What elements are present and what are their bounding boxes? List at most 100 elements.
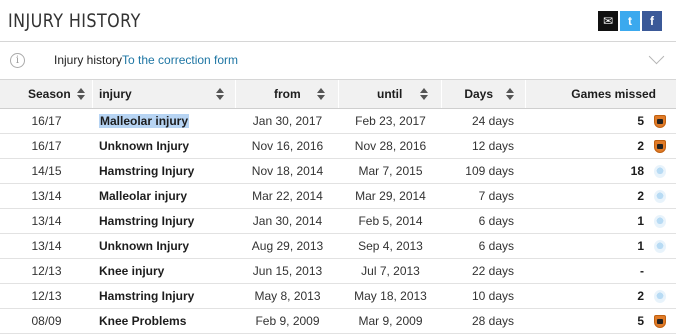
until-cell: Mar 7, 2015 — [358, 164, 423, 178]
games-missed-value: 5 — [637, 114, 644, 128]
envelope-icon[interactable]: ✉ — [598, 11, 618, 31]
table-header: Season injury from until Days Games miss… — [0, 80, 676, 109]
injury-name: Knee injury — [99, 264, 165, 278]
injury-cell: Knee injury — [93, 259, 236, 283]
club-crest-icon[interactable] — [654, 290, 666, 303]
until-cell: Mar 29, 2014 — [355, 189, 426, 203]
season-cell: 13/14 — [31, 239, 62, 253]
column-header-label: Season — [28, 87, 71, 101]
sort-icon[interactable] — [506, 88, 515, 100]
games-missed-cell: 1 — [526, 209, 676, 233]
table-row: 13/14 Unknown Injury Aug 29, 2013 Sep 4, 20… — [0, 234, 676, 259]
season-cell: 13/14 — [31, 189, 62, 203]
until-cell: Sep 4, 2013 — [358, 239, 423, 253]
days-cell: 6 days — [478, 239, 514, 253]
table-row: 12/13 Hamstring Injury May 8, 2013 May 18, … — [0, 284, 676, 309]
games-missed-cell: 18 — [526, 159, 676, 183]
days-cell: 7 days — [478, 189, 514, 203]
injury-name: Hamstring Injury — [99, 214, 195, 228]
table-row: 16/17 Unknown Injury Nov 16, 2016 Nov 28, 2… — [0, 134, 676, 159]
chevron-down-icon[interactable] — [649, 51, 665, 67]
club-crest-icon[interactable] — [654, 190, 666, 203]
days-cell: 22 days — [471, 264, 514, 278]
from-cell: Jan 30, 2014 — [252, 214, 323, 228]
page-title: INJURY HISTORY — [8, 10, 141, 32]
from-cell: Jan 30, 2017 — [252, 114, 323, 128]
info-label: Injury history — [54, 53, 123, 67]
club-crest-icon[interactable] — [654, 140, 666, 153]
games-missed-value: 2 — [637, 139, 644, 153]
club-crest-icon[interactable] — [654, 215, 666, 228]
club-crest-icon[interactable] — [654, 240, 666, 253]
facebook-icon[interactable]: f — [642, 11, 662, 31]
games-missed-value: 1 — [637, 214, 644, 228]
until-cell: Jul 7, 2013 — [361, 264, 420, 278]
season-cell: 12/13 — [31, 289, 62, 303]
days-cell: 10 days — [471, 289, 514, 303]
injury-name: Unknown Injury — [99, 239, 189, 253]
column-header-season[interactable]: Season — [0, 80, 93, 108]
sort-icon[interactable] — [216, 88, 225, 100]
from-cell: Jun 15, 2013 — [252, 264, 323, 278]
injury-cell: Hamstring Injury — [93, 284, 236, 308]
games-missed-value: 1 — [637, 239, 644, 253]
injury-cell: Malleolar injury — [93, 184, 236, 208]
games-missed-cell: 1 — [526, 234, 676, 258]
column-header-until[interactable]: until — [339, 80, 442, 108]
column-header-injury[interactable]: injury — [93, 80, 236, 108]
days-cell: 24 days — [471, 114, 514, 128]
table-row: 14/15 Hamstring Injury Nov 18, 2014 Mar 7, … — [0, 159, 676, 184]
from-cell: Mar 22, 2014 — [252, 189, 323, 203]
games-missed-value: - — [640, 264, 644, 278]
info-icon: i — [10, 53, 25, 68]
games-missed-cell: - — [526, 259, 676, 283]
from-cell: May 8, 2013 — [254, 289, 321, 303]
column-header-label: Days — [464, 87, 493, 101]
games-missed-value: 2 — [637, 189, 644, 203]
games-missed-value: 5 — [637, 314, 644, 328]
until-cell: Feb 5, 2014 — [358, 214, 423, 228]
table-row: 08/09 Knee Problems Feb 9, 2009 Mar 9, 2009… — [0, 309, 676, 334]
injury-cell: Unknown Injury — [93, 134, 236, 158]
season-cell: 16/17 — [31, 114, 62, 128]
sort-icon[interactable] — [317, 88, 326, 100]
sort-icon[interactable] — [77, 88, 86, 100]
selected-text: Malleolar injury — [99, 114, 190, 128]
days-cell: 109 days — [465, 164, 514, 178]
table-row: 16/17 Malleolar injury Jan 30, 2017 Feb 23,… — [0, 109, 676, 134]
table-row: 12/13 Knee injury Jun 15, 2013 Jul 7, 2013 2… — [0, 259, 676, 284]
injury-cell: Knee Problems — [93, 309, 236, 333]
injury-cell: Unknown Injury — [93, 234, 236, 258]
until-cell: Mar 9, 2009 — [358, 314, 423, 328]
column-header-from[interactable]: from — [236, 80, 339, 108]
column-header-label: until — [377, 87, 403, 101]
correction-form-link[interactable]: To the correction form — [122, 53, 238, 67]
injury-cell: Hamstring Injury — [93, 209, 236, 233]
column-header-label: Games missed — [571, 87, 656, 101]
until-cell: May 18, 2013 — [354, 289, 427, 303]
season-cell: 08/09 — [31, 314, 62, 328]
club-crest-icon[interactable] — [654, 115, 666, 128]
twitter-icon[interactable]: t — [620, 11, 640, 31]
page-header: INJURY HISTORY ✉ t f — [0, 0, 676, 42]
club-crest-icon[interactable] — [654, 315, 666, 328]
sort-icon[interactable] — [420, 88, 429, 100]
from-cell: Feb 9, 2009 — [255, 314, 320, 328]
injury-cell: Malleolar injury — [93, 109, 236, 133]
days-cell: 12 days — [471, 139, 514, 153]
club-crest-icon[interactable] — [654, 165, 666, 178]
from-cell: Nov 18, 2014 — [251, 164, 324, 178]
games-missed-cell: 5 — [526, 309, 676, 333]
season-cell: 12/13 — [31, 264, 62, 278]
column-header-label: from — [274, 87, 301, 101]
games-missed-value: 18 — [630, 164, 644, 178]
from-cell: Nov 16, 2016 — [251, 139, 324, 153]
games-missed-cell: 2 — [526, 134, 676, 158]
injury-name: Knee Problems — [99, 314, 187, 328]
until-cell: Nov 28, 2016 — [354, 139, 427, 153]
injury-name: Malleolar injury — [99, 189, 188, 203]
injury-name: Unknown Injury — [99, 139, 189, 153]
table-row: 13/14 Hamstring Injury Jan 30, 2014 Feb 5, … — [0, 209, 676, 234]
table-row: 13/14 Malleolar injury Mar 22, 2014 Mar 29,… — [0, 184, 676, 209]
column-header-days[interactable]: Days — [442, 80, 526, 108]
